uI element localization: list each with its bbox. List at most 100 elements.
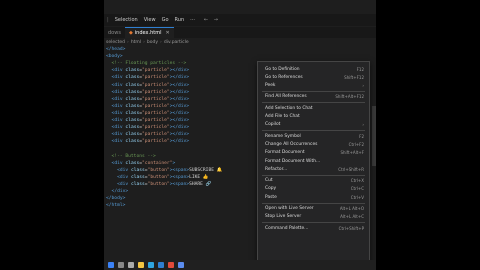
code-line[interactable]: <body> <box>106 53 123 60</box>
breadcrumb-item[interactable]: html <box>131 40 141 45</box>
menu-run[interactable]: Run <box>172 17 188 23</box>
context-menu-item-paste[interactable]: Paste Ctrl+V <box>258 193 369 201</box>
menu-separator <box>262 130 365 132</box>
context-menu-item-format-document-with[interactable]: Format Document With... <box>258 157 369 165</box>
context-menu-item-go-to-references[interactable]: Go to References Shift+F12 <box>258 73 369 81</box>
store-icon[interactable] <box>178 262 184 268</box>
chrome-icon[interactable] <box>168 262 174 268</box>
tab-previous[interactable]: dows <box>104 27 125 38</box>
menu-item-label: Command Palette... <box>265 225 309 231</box>
menu-item-shortcut: Ctrl+C <box>350 186 364 192</box>
tab-label: dows <box>108 29 121 36</box>
context-menu-item-format-document[interactable]: Format Document Shift+Alt+F <box>258 149 369 157</box>
menu-more[interactable]: ··· <box>187 17 198 23</box>
right-black-bar <box>376 0 480 270</box>
context-menu-item-refactor[interactable]: Refactor... Ctrl+Shift+R <box>258 165 369 173</box>
code-line[interactable]: <div class="particle"></div> <box>106 67 190 74</box>
menu-item-shortcut: › <box>362 122 364 128</box>
menu-item-shortcut: Ctrl+X <box>350 178 364 184</box>
menu-item-shortcut: › <box>362 83 364 89</box>
edge-icon[interactable] <box>148 262 154 268</box>
menu-separator <box>262 102 365 104</box>
breadcrumb-item[interactable]: body <box>147 40 158 45</box>
context-menu-item-add-file-to-chat[interactable]: Add File to Chat <box>258 113 369 121</box>
context-menu-item-copy[interactable]: Copy Ctrl+C <box>258 185 369 193</box>
menu-item-shortcut: Ctrl+Shift+P <box>338 225 364 231</box>
html-file-icon: ◆ <box>128 30 133 36</box>
menu-item-shortcut: Ctrl+F2 <box>348 141 364 147</box>
code-line[interactable]: <!-- Buttons --> <box>106 153 156 160</box>
code-line[interactable]: <!-- Floating particles --> <box>106 60 187 67</box>
tab-index-html[interactable]: ◆ index.html ✕ <box>124 27 174 38</box>
code-line[interactable]: <div class="particle"></div> <box>106 96 190 103</box>
context-menu-item-change-all-occurrences[interactable]: Change All Occurrences Ctrl+F2 <box>258 140 369 148</box>
menu-item-label: Refactor... <box>265 166 288 172</box>
code-line[interactable]: <div class="particle"></div> <box>106 110 190 117</box>
menu-item-label: Copy <box>265 186 277 192</box>
code-line[interactable]: <div class="button"><span>LIKE 👍 <box>106 174 209 181</box>
menu-item-label: Format Document With... <box>265 158 321 164</box>
windows-icon[interactable] <box>108 262 114 268</box>
code-line[interactable]: <div class="particle"></div> <box>106 131 190 138</box>
context-menu-item-command-palette[interactable]: Command Palette... Ctrl+Shift+P <box>258 224 369 232</box>
context-menu-item-copilot[interactable]: Copilot › <box>258 121 369 129</box>
explorer-icon[interactable] <box>138 262 144 268</box>
code-line[interactable]: <div class="particle"></div> <box>106 124 190 131</box>
code-line[interactable]: <div class="particle"></div> <box>106 117 190 124</box>
menu-item-label: Go to Definition <box>265 66 300 72</box>
code-line[interactable]: </body> <box>106 195 125 202</box>
code-line[interactable]: <div class="particle"></div> <box>106 138 190 145</box>
menu-selection[interactable]: Selection <box>112 17 141 23</box>
context-menu-item-go-to-definition[interactable]: Go to Definition F12 <box>258 65 369 73</box>
code-line[interactable]: <div class="button"><span>SUBSCRIBE 🔔 <box>106 167 222 174</box>
menu-item-label: Cut <box>265 178 273 184</box>
menu-item-label: Copilot <box>265 122 281 128</box>
menu-item-label: Add File to Chat <box>265 114 300 119</box>
search-icon[interactable] <box>118 262 124 268</box>
code-line[interactable]: </head> <box>106 46 125 53</box>
breadcrumb-item[interactable]: div.particle <box>164 40 189 45</box>
menu-item-label: Stop Live Server <box>265 214 302 220</box>
breadcrumb-item[interactable]: selected <box>106 40 125 45</box>
vertical-scrollbar[interactable] <box>372 46 376 260</box>
code-line[interactable]: </div> <box>106 188 129 195</box>
menu-view[interactable]: View <box>141 17 159 23</box>
code-line[interactable]: <div class="container"> <box>106 160 176 167</box>
code-line[interactable]: <div class="button"><span>SHARE 🔗 <box>106 181 211 188</box>
context-menu-item-add-selection-to-chat[interactable]: Add Selection to Chat <box>258 104 369 112</box>
menu-item-shortcut: F2 <box>359 133 364 139</box>
breadcrumb: selected › html › body › div.particle <box>104 39 376 46</box>
tab-bar: dows ◆ index.html ✕ <box>104 27 376 38</box>
vscode-window: | Selection View Go Run ··· ← → dows ◆ i… <box>104 0 376 270</box>
menu-bar: | Selection View Go Run ··· ← → <box>104 14 376 26</box>
context-menu-item-rename-symbol[interactable]: Rename Symbol F2 <box>258 132 369 140</box>
vscode-icon[interactable] <box>158 262 164 268</box>
menu-item-shortcut: Shift+Alt+F12 <box>335 94 364 100</box>
context-menu-item-stop-live-server[interactable]: Stop Live Server Alt+L Alt+C <box>258 213 369 221</box>
menu-go[interactable]: Go <box>159 17 172 23</box>
tab-label: index.html <box>134 30 162 36</box>
menu-item-shortcut: Ctrl+V <box>350 194 364 200</box>
close-icon[interactable]: ✕ <box>165 30 169 36</box>
menu-item-label: Find All References <box>265 94 307 100</box>
menu-item-label: Paste <box>265 194 277 200</box>
code-line[interactable]: <div class="particle"></div> <box>106 89 190 96</box>
context-menu: Go to Definition F12 Go to References Shift… <box>257 61 370 265</box>
code-line[interactable]: <div class="particle"></div> <box>106 74 190 81</box>
menu-item-shortcut: Ctrl+Shift+R <box>338 166 364 172</box>
menu-item-label: Peek <box>265 83 276 89</box>
menu-item-label: Rename Symbol <box>265 133 301 139</box>
context-menu-item-open-with-live-server[interactable]: Open with Live Server Alt+L Alt+O <box>258 205 369 213</box>
scrollbar-thumb[interactable] <box>372 106 376 166</box>
menu-item-shortcut: Shift+Alt+F <box>340 150 364 156</box>
menu-item-shortcut: F12 <box>356 66 364 72</box>
context-menu-item-find-all-references[interactable]: Find All References Shift+Alt+F12 <box>258 93 369 101</box>
context-menu-item-cut[interactable]: Cut Ctrl+X <box>258 177 369 185</box>
code-line[interactable]: <div class="particle"></div> <box>106 103 190 110</box>
menu-item-label: Add Selection to Chat <box>265 105 313 111</box>
taskview-icon[interactable] <box>128 262 134 268</box>
code-line[interactable]: </html> <box>106 202 125 209</box>
nav-arrows[interactable]: ← → <box>198 17 220 23</box>
context-menu-item-peek[interactable]: Peek › <box>258 82 369 90</box>
code-line[interactable]: <div class="particle"></div> <box>106 82 190 89</box>
